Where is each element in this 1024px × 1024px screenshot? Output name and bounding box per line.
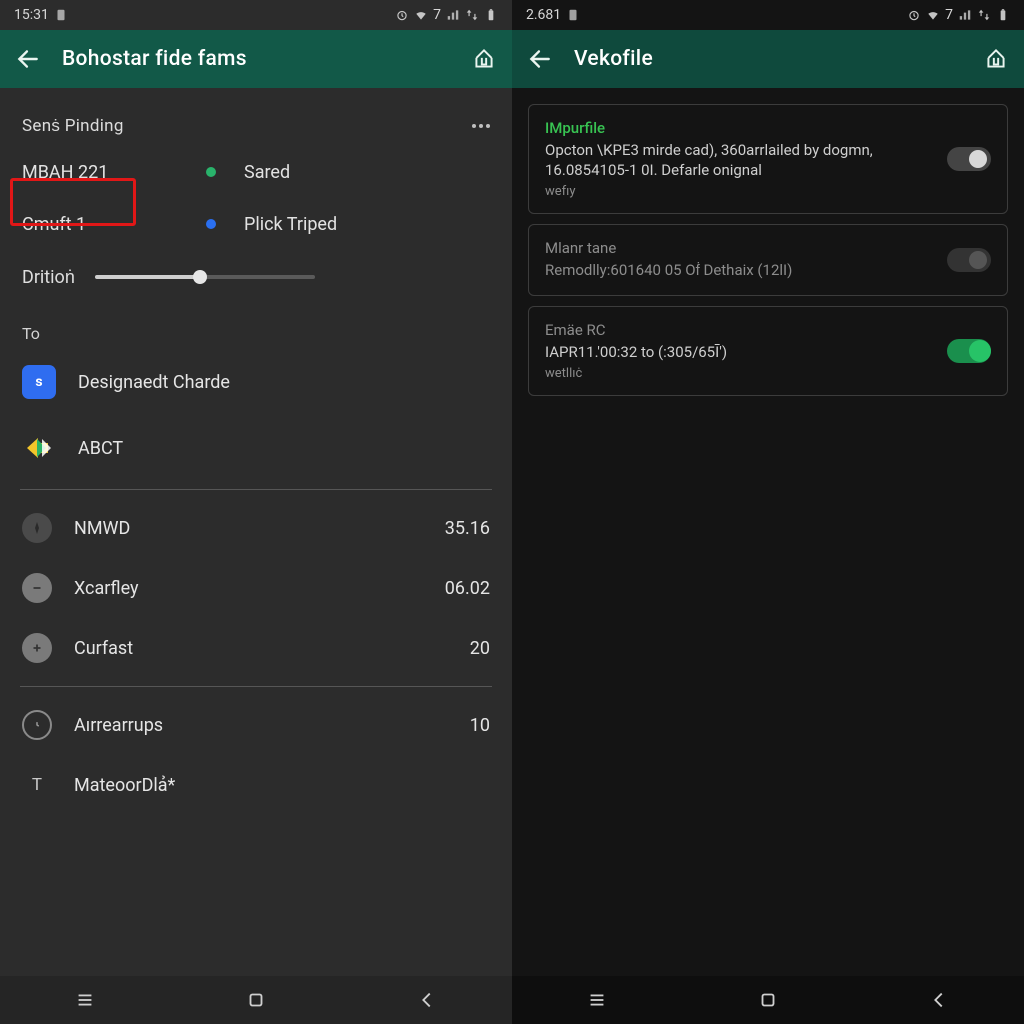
battery-icon (996, 8, 1010, 22)
card-mlanr[interactable]: Mlanr tane Remodlly:601640 05 Oḟ Dethaix… (528, 224, 1008, 296)
card-impurfile[interactable]: IMpurfile Opcton \KPE3 mirde cad), 360ar… (528, 104, 1008, 214)
to-label: To (0, 304, 512, 349)
clock: 2.681 (526, 7, 561, 23)
nav-back-button[interactable] (397, 985, 457, 1015)
to-item-abct[interactable]: ABCT (0, 415, 512, 481)
notif-icon (54, 8, 68, 22)
footer-mateoordl[interactable]: T MateoorDlả* (0, 755, 512, 815)
appbar-left: Bohostar fide fams (0, 30, 512, 88)
battery-icon (484, 8, 498, 22)
nav-back-button[interactable] (909, 985, 969, 1015)
signal-num: 7 (945, 7, 953, 23)
switch-impurfile[interactable] (947, 147, 991, 171)
card-desc: IAPR11.'00:32 to (:305/65Ī') (545, 343, 931, 363)
text-icon: T (22, 770, 52, 800)
item-label: Designaedt Charde (78, 372, 230, 393)
recent-button[interactable] (55, 985, 115, 1015)
footer-label: Aırrearrups (74, 715, 163, 736)
signal-icon (446, 8, 460, 22)
stat-label: NMWD (74, 518, 130, 539)
item-label: ABCT (78, 438, 123, 459)
stat-xcarfley[interactable]: Xcarfley 06.02 (0, 558, 512, 618)
share-button[interactable] (982, 45, 1010, 73)
switch-mlanr[interactable] (947, 248, 991, 272)
row-left: Cmuft 1 (22, 214, 192, 235)
alarm-icon (395, 8, 409, 22)
card-title: IMpurfile (545, 119, 931, 137)
home-button[interactable] (738, 985, 798, 1015)
row-cmuft[interactable]: Cmuft 1 Plick Triped (0, 198, 512, 250)
notif-icon (566, 8, 580, 22)
row-mbah[interactable]: MBAH 221 Sared (0, 146, 512, 198)
footer-label: MateoorDlả* (74, 775, 175, 796)
signal-icon (958, 8, 972, 22)
navbar-left (0, 976, 512, 1024)
page-title: Bohostar fide fams (62, 47, 450, 71)
signal-num: 7 (433, 7, 441, 23)
stat-nmwd[interactable]: NMWD 35.16 (0, 498, 512, 558)
stat-label: Curfast (74, 638, 133, 659)
status-dot-blue (206, 219, 216, 229)
appbar-right: Vekofile (512, 30, 1024, 88)
data-icon (465, 8, 479, 22)
data-icon (977, 8, 991, 22)
share-button[interactable] (470, 45, 498, 73)
row-left: MBAH 221 (22, 162, 192, 183)
stat-label: Xcarfley (74, 578, 139, 599)
page-title: Vekofile (574, 47, 962, 71)
back-button[interactable] (526, 45, 554, 73)
slider-label: Dritioṅ (22, 267, 75, 288)
slider[interactable] (95, 275, 315, 279)
stat-value: 35.16 (445, 518, 490, 539)
card-title: Emäe RC (545, 321, 931, 339)
navbar-right (512, 976, 1024, 1024)
plus-icon (22, 633, 52, 663)
statusbar-right: 2.681 7 (512, 0, 1024, 30)
statusbar-left: 15:31 7 (0, 0, 512, 30)
wifi-icon (414, 8, 428, 22)
wifi-icon (926, 8, 940, 22)
stat-value: 06.02 (445, 578, 490, 599)
divider (20, 686, 492, 687)
footer-value: 10 (470, 715, 490, 736)
card-title: Mlanr tane (545, 239, 931, 257)
card-desc: Remodlly:601640 05 Oḟ Dethaix (12lI) (545, 261, 931, 281)
arrow-colorful-icon (22, 431, 56, 465)
stat-value: 20 (470, 638, 490, 659)
to-item-designaedt[interactable]: s Designaedt Charde (0, 349, 512, 415)
compass-icon (22, 513, 52, 543)
card-sub: wefıy (545, 184, 931, 199)
footer-airrearrups[interactable]: Aırrearrups 10 (0, 695, 512, 755)
card-emae[interactable]: Emäe RC IAPR11.'00:32 to (:305/65Ī') wet… (528, 306, 1008, 397)
minus-icon (22, 573, 52, 603)
section-header: Senṡ Pinding (22, 116, 124, 136)
back-button[interactable] (14, 45, 42, 73)
clock: 15:31 (14, 7, 49, 23)
switch-emae[interactable] (947, 339, 991, 363)
more-button[interactable] (472, 124, 490, 128)
home-button[interactable] (226, 985, 286, 1015)
stat-curfast[interactable]: Curfast 20 (0, 618, 512, 678)
recent-button[interactable] (567, 985, 627, 1015)
row-right: Plick Triped (244, 214, 337, 235)
clock-icon (22, 710, 52, 740)
card-sub: wetllıċ (545, 366, 931, 381)
row-right: Sared (244, 162, 290, 183)
status-dot-green (206, 167, 216, 177)
card-desc: Opcton \KPE3 mirde cad), 360arrlailed by… (545, 141, 931, 180)
app-icon: s (22, 365, 56, 399)
alarm-icon (907, 8, 921, 22)
divider (20, 489, 492, 490)
